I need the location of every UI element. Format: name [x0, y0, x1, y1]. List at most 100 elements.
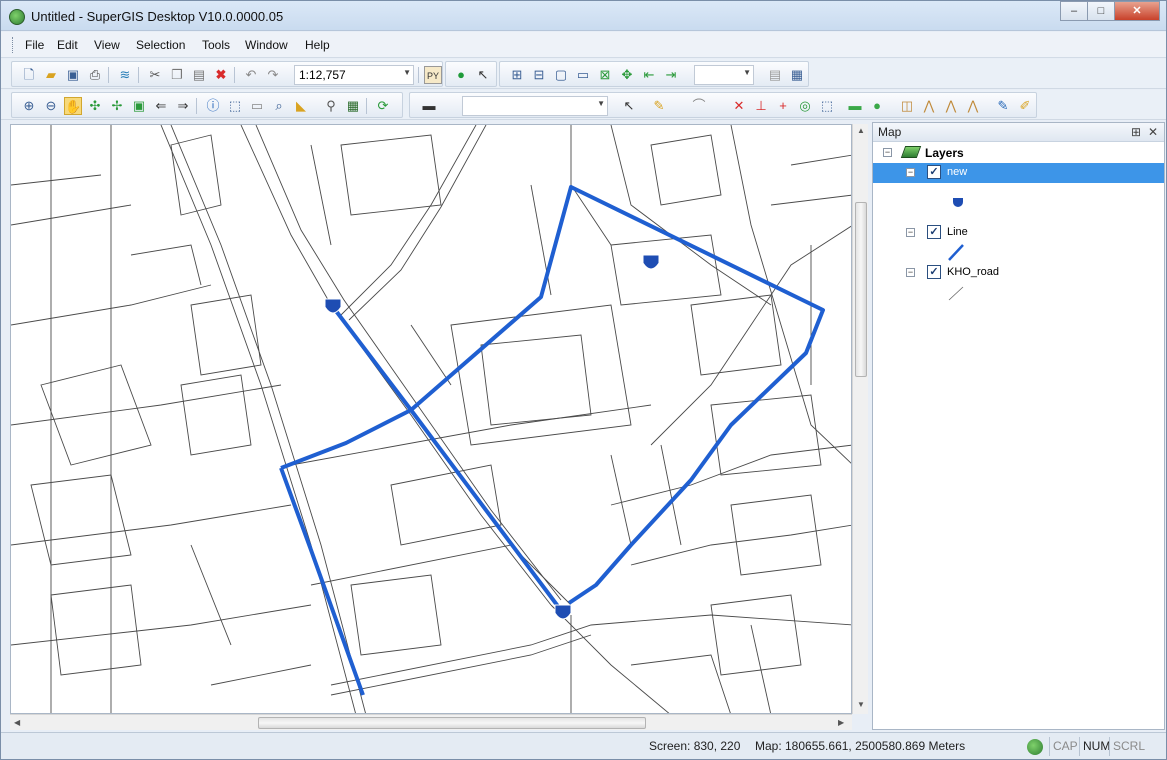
scroll-left-icon[interactable]: ◀	[14, 718, 20, 727]
hyperlink-icon[interactable]: ▭	[248, 97, 266, 115]
intersect-icon[interactable]: ⋀	[920, 97, 938, 115]
split-icon[interactable]: ✕	[730, 97, 748, 115]
fixed-zoom-icon[interactable]: ✢	[108, 97, 126, 115]
circle-icon[interactable]: ◎	[796, 97, 814, 115]
zoom-page-icon[interactable]: ▢	[552, 66, 570, 84]
tree-root[interactable]: − Layers	[873, 143, 1164, 163]
forward-icon[interactable]: ⇒	[174, 97, 192, 115]
layout-icon[interactable]: ▤	[766, 66, 784, 84]
zoom-out-fixed-icon[interactable]: ⊟	[530, 66, 548, 84]
map-canvas[interactable]	[11, 125, 852, 714]
menu-view[interactable]: View	[94, 38, 120, 52]
edit-tool-icon[interactable]: ↖	[620, 97, 638, 115]
layer-row-new[interactable]: − ✓ new	[873, 163, 1164, 183]
python-icon[interactable]: PY	[424, 66, 442, 84]
add-layer-icon[interactable]: ≋	[116, 66, 134, 84]
ellipse-icon[interactable]: ●	[868, 97, 886, 115]
perpendicular-icon[interactable]: ⊥	[752, 97, 770, 115]
vertical-scroll-thumb[interactable]	[855, 202, 867, 377]
save-icon[interactable]: ▣	[64, 66, 82, 84]
collapse-icon[interactable]: −	[883, 148, 892, 157]
paste-icon[interactable]: ▤	[190, 66, 208, 84]
scroll-down-icon[interactable]: ▼	[857, 700, 865, 709]
reshape-icon[interactable]: ⋀	[964, 97, 982, 115]
zoom-whole-icon[interactable]: ⊠	[596, 66, 614, 84]
rectangle-icon[interactable]: ⬚	[818, 97, 836, 115]
zoom-out-icon[interactable]: ⊖	[42, 97, 60, 115]
next-page-icon[interactable]: ⇥	[662, 66, 680, 84]
redo-icon[interactable]: ↷	[264, 66, 282, 84]
layer-row-line[interactable]: − ✓ Line	[873, 223, 1164, 243]
undo-icon[interactable]: ↶	[242, 66, 260, 84]
collapse-icon[interactable]: −	[906, 168, 915, 177]
scroll-right-icon[interactable]: ▶	[838, 718, 844, 727]
menu-help[interactable]: Help	[305, 38, 330, 52]
collapse-icon[interactable]: −	[906, 268, 915, 277]
maximize-button[interactable]: □	[1087, 1, 1115, 21]
map-horizontal-scrollbar[interactable]: ◀ ▶	[10, 714, 852, 730]
chevron-down-icon[interactable]: ▼	[743, 68, 751, 77]
vertex-icon[interactable]: ⌒	[690, 97, 708, 115]
open-icon[interactable]: ▰	[42, 66, 60, 84]
zoom-layer-icon[interactable]: ▣	[130, 97, 148, 115]
full-extent-icon[interactable]: ✣	[86, 97, 104, 115]
cross-icon[interactable]: +	[774, 97, 792, 115]
scroll-up-icon[interactable]: ▲	[857, 126, 865, 135]
refresh-icon[interactable]: ⟳	[374, 97, 392, 115]
layer-visibility-checkbox[interactable]: ✓	[927, 225, 941, 239]
menu-grip[interactable]	[12, 37, 15, 53]
zoom-in-icon[interactable]: ⊕	[20, 97, 38, 115]
attribute-table-icon[interactable]: ▦	[344, 97, 362, 115]
select-icon[interactable]: ⬚	[226, 97, 244, 115]
menu-tools[interactable]: Tools	[202, 38, 230, 52]
merge-icon[interactable]: ⋀	[942, 97, 960, 115]
new-icon[interactable]: 🗋	[20, 66, 38, 84]
find-icon[interactable]: ⌕	[270, 97, 288, 115]
zoom-extent-icon[interactable]: ✥	[618, 66, 636, 84]
map-vertical-scrollbar[interactable]: ▲ ▼	[852, 124, 868, 714]
zoom-in-fixed-icon[interactable]: ⊞	[508, 66, 526, 84]
chevron-down-icon[interactable]: ▼	[597, 99, 605, 108]
minimize-button[interactable]: –	[1060, 1, 1088, 21]
print-icon[interactable]: ⎙	[86, 66, 104, 84]
layer-visibility-checkbox[interactable]: ✓	[927, 265, 941, 279]
pin-icon[interactable]: ⊞	[1131, 125, 1141, 139]
whats-this-icon[interactable]: ↖	[474, 66, 492, 84]
map-view[interactable]	[10, 124, 852, 714]
collapse-icon[interactable]: −	[906, 228, 915, 237]
measure-icon[interactable]: ◣	[292, 97, 310, 115]
target-layer-combo[interactable]: ▼	[462, 96, 608, 116]
zoom-combo[interactable]: ▼	[694, 65, 754, 85]
menu-selection[interactable]: Selection	[136, 38, 185, 52]
edit-pen-icon[interactable]: ✐	[1016, 97, 1034, 115]
help-icon[interactable]: ●	[452, 66, 470, 84]
prev-page-icon[interactable]: ⇤	[640, 66, 658, 84]
zoom-width-icon[interactable]: ▭	[574, 66, 592, 84]
delete-icon[interactable]: ✖	[212, 66, 230, 84]
menu-edit[interactable]: Edit	[57, 38, 78, 52]
attributes-icon[interactable]: ✎	[994, 97, 1012, 115]
layout-view-icon[interactable]: ▦	[788, 66, 806, 84]
back-icon[interactable]: ⇐	[152, 97, 170, 115]
menu-window[interactable]: Window	[245, 38, 288, 52]
marker-b[interactable]	[642, 254, 660, 270]
polygon-icon[interactable]: ▬	[846, 97, 864, 115]
identify-icon[interactable]: ⓘ	[204, 97, 222, 115]
marker-c[interactable]	[554, 604, 572, 620]
pan-icon[interactable]: ✋	[64, 97, 82, 115]
panel-close-icon[interactable]: ✕	[1148, 125, 1158, 139]
layer-row-kho-road[interactable]: − ✓ KHO_road	[873, 263, 1164, 283]
sketch-icon[interactable]: ✎	[650, 97, 668, 115]
marker-a[interactable]	[324, 298, 342, 314]
scale-combo[interactable]: 1:12,757 ▼	[294, 65, 414, 85]
close-button[interactable]: ✕	[1114, 1, 1160, 21]
horizontal-scroll-thumb[interactable]	[258, 717, 646, 729]
copy-icon[interactable]: ❐	[168, 66, 186, 84]
chevron-down-icon[interactable]: ▼	[403, 68, 411, 77]
menu-file[interactable]: File	[25, 38, 44, 52]
layer-visibility-checkbox[interactable]: ✓	[927, 165, 941, 179]
editor-menu-icon[interactable]: ▬	[420, 97, 438, 115]
cut-icon[interactable]: ✂	[146, 66, 164, 84]
union-icon[interactable]: ◫	[898, 97, 916, 115]
link-icon[interactable]: ⚲	[322, 97, 340, 115]
